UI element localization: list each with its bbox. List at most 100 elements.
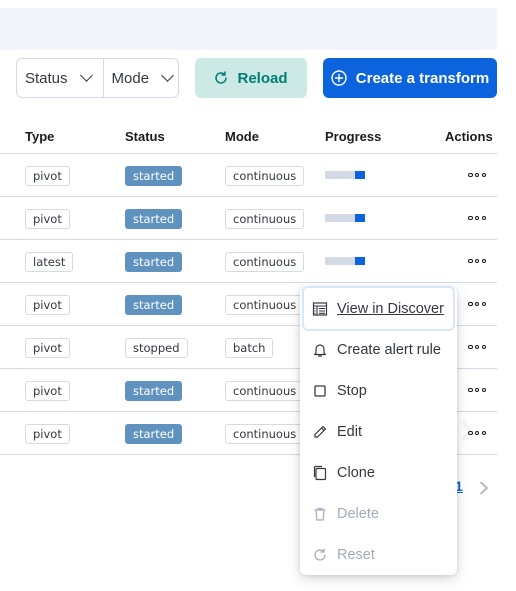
dot (468, 215, 473, 221)
menu-item-clone[interactable]: Clone (300, 452, 457, 493)
dot (474, 387, 480, 393)
status-badge: started (125, 166, 183, 186)
mode-cell: continuous (225, 166, 305, 186)
type-cell: pivot (25, 381, 70, 401)
type-cell: pivot (25, 295, 70, 315)
copy-icon (313, 465, 327, 480)
actions-menu-icon[interactable] (468, 171, 486, 179)
dot (468, 430, 473, 436)
actions-menu-icon[interactable] (468, 429, 486, 437)
dot (474, 301, 480, 307)
column-header-status[interactable]: Status (125, 129, 165, 144)
column-header-progress[interactable]: Progress (325, 129, 381, 144)
status-cell: started (125, 381, 183, 401)
refresh-icon (215, 71, 228, 84)
column-header-mode[interactable]: Mode (225, 129, 259, 144)
create-transform-button[interactable]: Create a transform (323, 58, 497, 98)
type-badge: pivot (25, 209, 70, 229)
menu-item-reset: Reset (300, 534, 457, 575)
type-badge: pivot (25, 166, 70, 186)
create-transform-label: Create a transform (355, 69, 490, 87)
plus-in-circle-icon (331, 70, 347, 86)
status-badge: stopped (125, 338, 188, 358)
page-header-bar (0, 8, 497, 50)
mode-badge: continuous (225, 252, 305, 272)
chevron-right-icon[interactable] (478, 481, 490, 495)
chevron-down-icon (161, 69, 174, 82)
menu-item-label: Edit (337, 423, 362, 440)
menu-item-label: Reset (337, 546, 375, 563)
status-badge: started (125, 424, 183, 444)
mode-badge: continuous (225, 166, 305, 186)
menu-item-edit[interactable]: Edit (300, 411, 457, 452)
status-cell: started (125, 252, 183, 272)
menu-item-delete: Delete (300, 493, 457, 534)
pencil-icon (314, 425, 327, 438)
mode-badge: batch (225, 338, 274, 358)
mode-badge: continuous (225, 295, 305, 315)
dot (481, 430, 486, 436)
dot (481, 387, 486, 393)
dot (481, 172, 486, 178)
progress-bar-fill (355, 257, 365, 265)
menu-item-label: Create alert rule (337, 341, 441, 358)
menu-item-create-alert-rule[interactable]: Create alert rule (300, 329, 457, 370)
actions-menu-icon[interactable] (468, 300, 486, 308)
progress-bar-fill (355, 171, 365, 179)
menu-item-stop[interactable]: Stop (300, 370, 457, 411)
actions-menu-icon[interactable] (468, 343, 486, 351)
type-cell: pivot (25, 166, 70, 186)
status-cell: started (125, 295, 183, 315)
type-badge: pivot (25, 424, 70, 444)
dot (474, 258, 480, 264)
dot (474, 215, 480, 221)
refresh-icon (314, 547, 326, 561)
dot (468, 344, 473, 350)
mode-badge: continuous (225, 381, 305, 401)
status-cell: stopped (125, 338, 188, 358)
reload-label: Reload (237, 69, 288, 87)
mode-cell: continuous (225, 252, 305, 272)
menu-item-view-in-discover[interactable]: View in Discover (302, 286, 455, 331)
menu-item-label: Stop (337, 382, 367, 399)
column-header-type[interactable]: Type (25, 129, 54, 144)
mode-cell: continuous (225, 295, 305, 315)
dot (481, 258, 486, 264)
menu-item-label: View in Discover (337, 300, 444, 317)
status-cell: started (125, 166, 183, 186)
table-row: pivot started continuous (0, 154, 497, 197)
menu-item-label: Clone (337, 464, 375, 481)
filter-group: Status Mode (16, 58, 179, 98)
dot (468, 387, 473, 393)
type-badge: pivot (25, 381, 70, 401)
mode-badge: continuous (225, 424, 305, 444)
status-cell: started (125, 424, 183, 444)
type-cell: pivot (25, 424, 70, 444)
status-filter-button[interactable]: Status (17, 59, 103, 97)
dot (474, 430, 480, 436)
mode-cell: continuous (225, 381, 305, 401)
progress-bar (325, 171, 365, 179)
actions-menu-icon[interactable] (468, 214, 486, 222)
mode-cell: batch (225, 338, 274, 358)
stop-icon (314, 384, 326, 397)
type-cell: pivot (25, 209, 70, 229)
progress-bar (325, 214, 365, 222)
reload-button[interactable]: Reload (195, 58, 307, 98)
progress-bar (325, 257, 365, 265)
actions-menu-icon[interactable] (468, 386, 486, 394)
dot (468, 301, 473, 307)
type-badge: latest (25, 252, 74, 272)
actions-menu-icon[interactable] (468, 257, 486, 265)
table-header: Type Status Mode Progress Actions (0, 118, 497, 154)
actions-context-menu: View in Discover Create alert rule Stop … (300, 286, 457, 575)
mode-filter-button[interactable]: Mode (102, 59, 185, 97)
mode-cell: continuous (225, 424, 305, 444)
dot (474, 344, 480, 350)
chevron-down-icon (79, 69, 93, 82)
type-badge: pivot (25, 295, 70, 315)
menu-item-label: Delete (337, 505, 379, 522)
bell-icon (313, 343, 327, 357)
mode-badge: continuous (225, 209, 305, 229)
type-cell: latest (25, 252, 74, 272)
